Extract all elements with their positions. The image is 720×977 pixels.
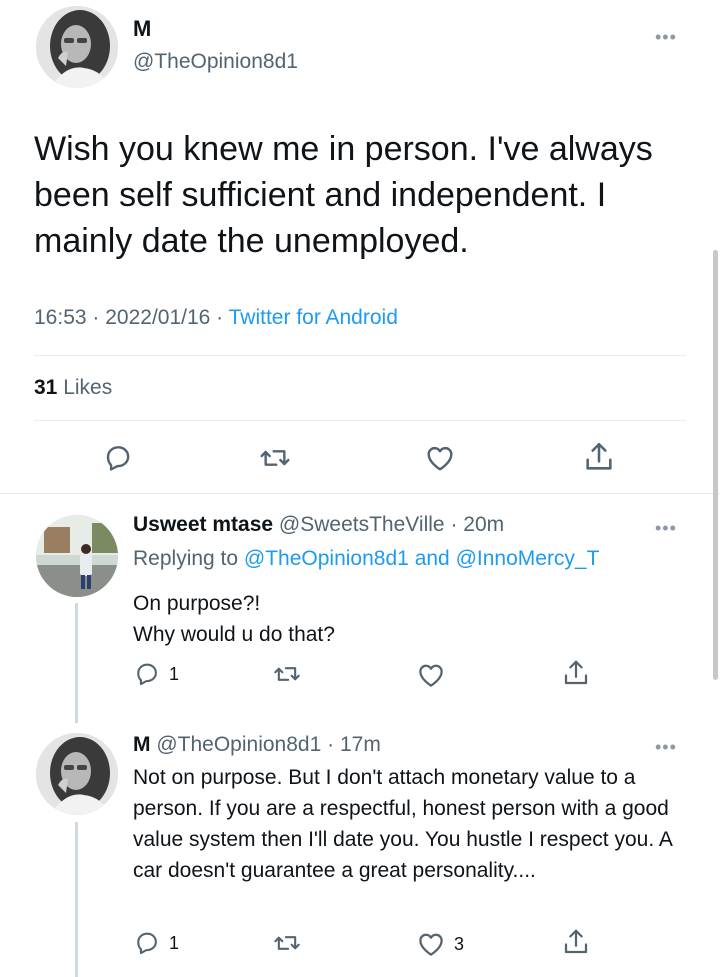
share-button[interactable] — [582, 440, 616, 474]
tweet-source-link[interactable]: Twitter for Android — [229, 306, 398, 329]
reply1-line: Why would u do that? — [133, 623, 335, 646]
reply-button[interactable] — [102, 442, 134, 474]
main-tweet-avatar[interactable] — [36, 6, 118, 88]
reply2-reply-count: 1 — [169, 932, 180, 953]
reply1-header: Usweet mtase @SweetsTheVille · 20m — [133, 513, 504, 537]
reply-icon — [137, 663, 157, 686]
reply2-like-button[interactable]: 3 — [416, 929, 464, 959]
retweet-icon — [260, 450, 290, 466]
like-icon — [419, 933, 443, 956]
reply1-avatar[interactable] — [36, 515, 118, 597]
retweet-icon — [274, 936, 300, 950]
mention-link[interactable]: @InnoMercy_T — [456, 547, 600, 570]
tweet-time: 16:53 — [34, 306, 87, 329]
mention-link[interactable]: @TheOpinion8d1 — [244, 547, 409, 570]
reply1-display-name[interactable]: Usweet mtase — [133, 513, 273, 536]
replying-to: Replying to @TheOpinion8d1 and @InnoMerc… — [133, 547, 599, 571]
retweet-button[interactable] — [258, 442, 292, 474]
reply2-separator: · — [327, 733, 335, 756]
reply2-avatar[interactable] — [36, 733, 118, 815]
reply2-header: M @TheOpinion8d1 · 17m — [133, 733, 381, 757]
like-icon — [419, 664, 443, 687]
likes-label: Likes — [63, 376, 113, 399]
scrollbar[interactable] — [713, 250, 718, 680]
reply1-separator: · — [450, 513, 458, 536]
tweet-date: 2022/01/16 — [105, 306, 211, 329]
divider — [0, 493, 720, 494]
reply-icon — [137, 932, 157, 955]
reply2-time[interactable]: 17m — [340, 733, 381, 756]
meta-separator: · — [86, 306, 106, 329]
more-dots-icon[interactable]: ••• — [655, 519, 677, 537]
reply1-time[interactable]: 20m — [463, 513, 504, 536]
thread-connector-line — [75, 822, 78, 977]
reply1-text: On purpose?! Why would u do that? — [133, 588, 693, 650]
share-icon — [586, 442, 612, 470]
reply2-handle[interactable]: @TheOpinion8d1 — [156, 733, 321, 756]
reply2-share-button[interactable] — [561, 927, 591, 957]
divider — [34, 355, 686, 356]
tweet-meta: 16:53 · 2022/01/16 · Twitter for Android — [34, 306, 398, 330]
like-icon — [427, 446, 453, 471]
main-tweet-text: Wish you knew me in person. I've always … — [34, 130, 653, 260]
reply1-like-button[interactable] — [416, 660, 446, 690]
share-icon — [564, 929, 588, 954]
thread-connector-line — [75, 603, 78, 723]
reply1-line: On purpose?! — [133, 592, 261, 615]
likes-count-link[interactable]: 31 Likes — [34, 376, 112, 400]
divider — [34, 420, 686, 421]
reply2-display-name[interactable]: M — [133, 733, 151, 756]
likes-count: 31 — [34, 376, 58, 399]
reply1-handle[interactable]: @SweetsTheVille — [279, 513, 445, 536]
retweet-icon — [274, 667, 300, 681]
more-dots-icon[interactable]: ••• — [655, 28, 677, 46]
replying-prefix: Replying to — [133, 547, 239, 570]
reply1-reply-button[interactable]: 1 — [133, 660, 179, 688]
reply2-text: Not on purpose. But I don't attach monet… — [133, 766, 672, 882]
main-tweet-handle[interactable]: @TheOpinion8d1 — [133, 50, 298, 74]
reply1-retweet-button[interactable] — [272, 660, 302, 688]
reply-icon — [106, 446, 130, 471]
share-icon — [564, 660, 588, 685]
reply2-reply-button[interactable]: 1 — [133, 929, 179, 957]
meta-separator: · — [210, 306, 229, 329]
more-dots-icon[interactable]: ••• — [655, 738, 677, 756]
reply2-retweet-button[interactable] — [272, 929, 302, 957]
reply1-reply-count: 1 — [169, 663, 180, 684]
like-button[interactable] — [424, 442, 456, 474]
main-tweet-display-name[interactable]: M — [133, 16, 151, 42]
and-word[interactable]: and — [415, 547, 450, 570]
reply2-like-count: 3 — [454, 933, 465, 954]
reply1-share-button[interactable] — [561, 658, 591, 688]
